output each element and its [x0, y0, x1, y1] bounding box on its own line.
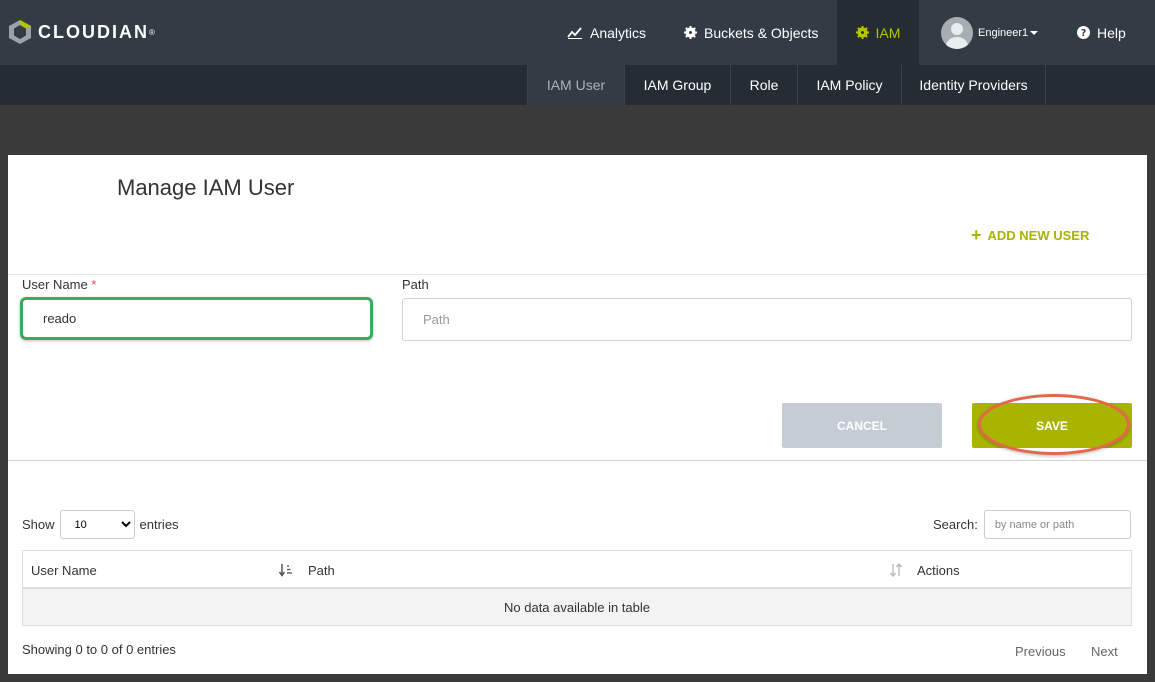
column-actions: Actions: [917, 562, 960, 578]
empty-table-message: No data available in table: [504, 599, 650, 615]
subnav-role[interactable]: Role: [730, 65, 797, 105]
page-size-select[interactable]: 10: [59, 510, 135, 539]
user-name: Engineer1: [978, 26, 1029, 39]
add-new-user-button[interactable]: + ADD NEW USER: [971, 225, 1089, 246]
search-control: Search:: [933, 510, 1131, 539]
svg-text:?: ?: [1081, 28, 1086, 39]
table-header: User Name Path Actions: [23, 551, 1131, 589]
page-title: Manage IAM User: [117, 175, 295, 200]
sort-ascending-icon[interactable]: [279, 563, 293, 577]
previous-page-button[interactable]: Previous: [1015, 644, 1066, 659]
nav-analytics-label: Analytics: [590, 24, 647, 41]
sub-navbar: IAM User IAM Group Role IAM Policy Ident…: [0, 65, 1155, 105]
path-label: Path: [402, 277, 429, 292]
plus-icon: +: [971, 225, 982, 245]
nav-buckets-label: Buckets & Objects: [704, 24, 819, 41]
nav-analytics[interactable]: Analytics: [567, 0, 646, 65]
nav-iam-label: IAM: [875, 24, 901, 41]
page-size-control: Show 10 entries: [22, 510, 179, 539]
user-name-label: User Name *: [22, 277, 96, 292]
manage-user-panel: Manage IAM User + ADD NEW USER User Name…: [8, 155, 1147, 460]
help-circle-icon: ?: [1077, 26, 1090, 39]
required-mark: *: [91, 277, 97, 292]
caret-down-icon: [1030, 30, 1039, 35]
user-menu[interactable]: Engineer1: [941, 0, 1039, 65]
column-path[interactable]: Path: [308, 551, 335, 589]
next-page-button[interactable]: Next: [1091, 644, 1118, 659]
add-new-user-label: ADD NEW USER: [987, 228, 1090, 243]
top-navbar: CLOUDIAN ® Analytics Buckets & Objects I…: [0, 0, 1155, 65]
cancel-button[interactable]: CANCEL: [782, 403, 942, 448]
users-table: User Name Path Actions No data available…: [22, 550, 1132, 626]
subnav-iam-policy[interactable]: IAM Policy: [797, 65, 901, 105]
subnav-iam-user[interactable]: IAM User: [527, 65, 624, 105]
nav-buckets-objects[interactable]: Buckets & Objects: [684, 0, 818, 65]
divider: [8, 274, 1147, 275]
nav-help-label: Help: [1097, 24, 1126, 41]
subnav-iam-group[interactable]: IAM Group: [624, 65, 730, 105]
path-input[interactable]: [402, 298, 1132, 341]
save-button[interactable]: SAVE: [972, 403, 1132, 448]
sort-both-icon[interactable]: [889, 563, 903, 577]
gear-icon: [684, 26, 697, 39]
show-label: Show: [22, 517, 55, 532]
gear-icon: [855, 26, 869, 39]
cloudian-logo[interactable]: CLOUDIAN ®: [8, 18, 155, 46]
brand-mark: ®: [149, 27, 155, 37]
cloudian-logo-icon: [9, 20, 31, 44]
users-table-panel: Show 10 entries Search: User Name Path A…: [8, 460, 1147, 674]
table-info: Showing 0 to 0 of 0 entries: [22, 642, 176, 657]
avatar: [941, 16, 973, 49]
column-user-name[interactable]: User Name: [31, 551, 97, 589]
entries-label: entries: [139, 517, 179, 532]
nav-help[interactable]: ? Help: [1077, 0, 1126, 65]
brand-name: CLOUDIAN: [38, 21, 149, 42]
user-name-label-text: User Name: [22, 277, 88, 292]
subnav-identity-providers[interactable]: Identity Providers: [901, 65, 1046, 105]
user-name-input[interactable]: [20, 297, 373, 340]
nav-iam[interactable]: IAM: [837, 0, 919, 65]
line-chart-icon: [567, 27, 582, 39]
table-row: No data available in table: [23, 589, 1131, 625]
search-input[interactable]: [983, 510, 1131, 539]
search-label: Search:: [933, 517, 978, 532]
